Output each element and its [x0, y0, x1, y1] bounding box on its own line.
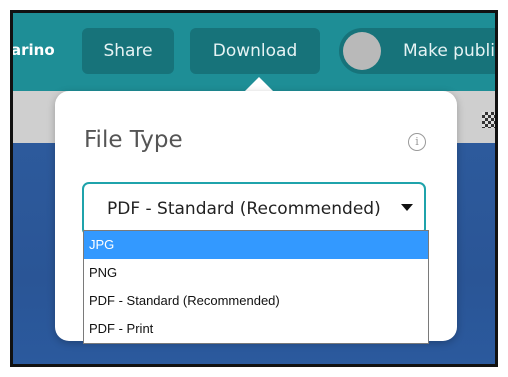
file-type-dropdown-list: JPG PNG PDF - Standard (Recommended) PDF…	[83, 230, 429, 344]
chevron-down-icon	[401, 204, 413, 211]
file-type-select[interactable]: PDF - Standard (Recommended)	[82, 182, 426, 236]
download-button[interactable]: Download	[190, 28, 320, 74]
make-public-label: Make publi	[403, 41, 495, 61]
dropdown-option-pdf-print[interactable]: PDF - Print	[84, 315, 428, 343]
brand-name: arino	[11, 41, 55, 59]
dropdown-option-png[interactable]: PNG	[84, 259, 428, 287]
dropdown-option-pdf-standard[interactable]: PDF - Standard (Recommended)	[84, 287, 428, 315]
file-type-selected-value: PDF - Standard (Recommended)	[107, 199, 381, 219]
share-button[interactable]: Share	[82, 28, 174, 74]
dropdown-option-jpg[interactable]: JPG	[84, 231, 428, 259]
screenshot-frame: arino Share Download Make publi File Typ…	[10, 10, 498, 367]
transparency-checker-icon[interactable]	[482, 112, 495, 128]
file-type-heading: File Type	[84, 127, 183, 153]
popup-arrow	[245, 77, 273, 91]
make-public-toggle[interactable]: Make publi	[339, 28, 495, 74]
info-icon[interactable]: i	[408, 133, 426, 151]
toggle-knob	[343, 32, 381, 70]
